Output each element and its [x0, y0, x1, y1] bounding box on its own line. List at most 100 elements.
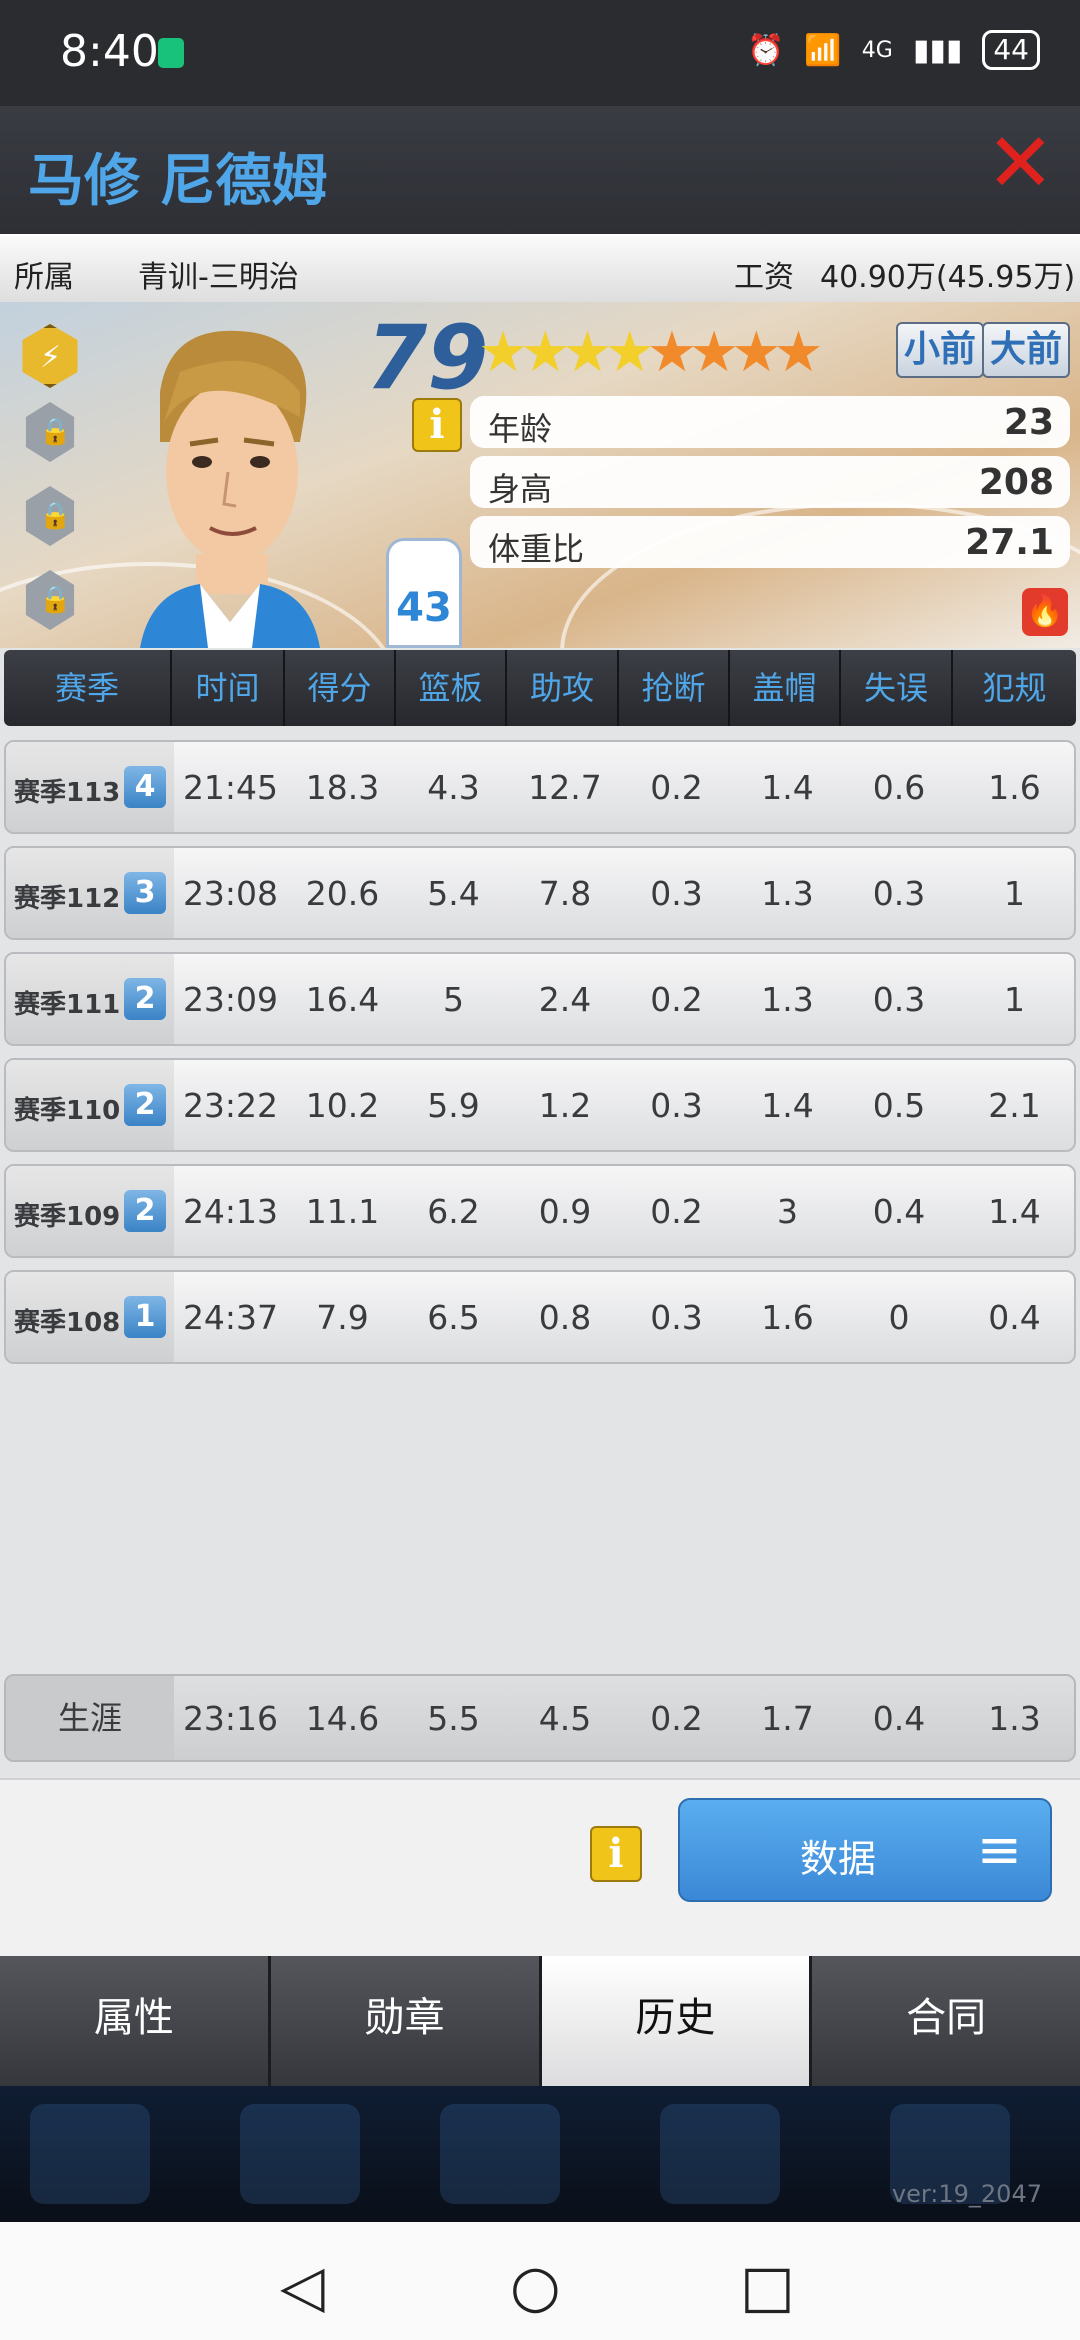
table-row[interactable]: 赛季111 2 23:09 16.4 5 2.4 0.2 1.3 0.3 1	[4, 952, 1076, 1046]
table-cell: 16.4	[305, 979, 380, 1019]
lock-icon[interactable]: 🔒	[25, 486, 75, 546]
table-cell: 23:22	[182, 1085, 279, 1125]
table-row[interactable]: 赛季110 2 23:22 10.2 5.9 1.2 0.3 1.4 0.5 2.…	[4, 1058, 1076, 1152]
column-header[interactable]: 助攻	[507, 650, 619, 726]
table-cell: 0.3	[872, 873, 926, 913]
player-card: ⚡ 🔒 🔒 🔒 79 ★★★★★★★★ 小前 大前 i 年龄 23 身高 208…	[0, 302, 1080, 648]
table-cell: 4.3	[427, 767, 480, 807]
table-cell: 2.1	[988, 1085, 1041, 1125]
tab-contract[interactable]: 合同	[812, 1956, 1080, 2086]
star-icon: ★	[731, 320, 781, 385]
table-cell: 0.8	[538, 1297, 592, 1337]
tab-bar: 属性 勋章 历史 合同	[0, 1956, 1080, 2086]
table-cell: 0.2	[650, 1191, 703, 1231]
attribute-value: 23	[1003, 402, 1054, 443]
table-cell: 1.6	[761, 1297, 814, 1337]
star-icon: ★	[520, 320, 570, 385]
table-cell: 1	[1004, 979, 1025, 1019]
season-label: 赛季108	[14, 1308, 121, 1338]
ghost-icon	[30, 2104, 150, 2204]
column-header[interactable]: 失误	[841, 650, 953, 726]
player-avatar	[140, 330, 320, 648]
status-icons: ⏰ 📶 4G ▮▮▮ 44	[747, 30, 1040, 70]
level-badge: 2	[124, 978, 166, 1020]
table-cell: 1	[1004, 873, 1025, 913]
table-cell: 0.9	[538, 1191, 592, 1231]
info-icon[interactable]: i	[590, 1826, 642, 1882]
tab-medals[interactable]: 勋章	[270, 1956, 542, 2086]
column-header[interactable]: 盖帽	[730, 650, 841, 726]
season-cell: 赛季113 4	[6, 742, 174, 832]
player-name: 马修 尼德姆	[28, 149, 328, 214]
career-label: 生涯	[6, 1676, 174, 1760]
table-cell: 0.4	[872, 1698, 926, 1738]
table-row[interactable]: 赛季112 3 23:08 20.6 5.4 7.8 0.3 1.3 0.3 1	[4, 846, 1076, 940]
back-icon[interactable]: ◁	[280, 2252, 325, 2320]
season-label: 赛季113	[14, 778, 121, 808]
column-header[interactable]: 得分	[285, 650, 396, 726]
season-label: 赛季110	[14, 1096, 121, 1126]
column-header[interactable]: 赛季	[4, 650, 172, 726]
tab-attributes[interactable]: 属性	[0, 1956, 271, 2086]
history-panel: 赛季 时间 得分 篮板 助攻 抢断 盖帽 失误 犯规 赛季113 4 21:45 …	[0, 648, 1080, 1956]
table-cell: 0.3	[650, 873, 703, 913]
column-header[interactable]: 时间	[172, 650, 285, 726]
home-icon[interactable]: ○	[510, 2252, 561, 2320]
position-small-forward[interactable]: 小前	[896, 322, 985, 378]
season-cell: 赛季111 2	[6, 954, 174, 1044]
jersey-number: 43	[386, 538, 462, 648]
table-row[interactable]: 赛季109 2 24:13 11.1 6.2 0.9 0.2 3 0.4 1.4	[4, 1164, 1076, 1258]
column-header[interactable]: 篮板	[396, 650, 507, 726]
table-cell: 12.7	[528, 767, 602, 807]
attribute-height: 身高 208	[470, 456, 1070, 508]
season-cell: 赛季112 3	[6, 848, 174, 938]
star-rating: ★★★★★★★★	[478, 320, 824, 385]
column-header[interactable]: 抢断	[619, 650, 730, 726]
data-button[interactable]: 数据 ≡	[678, 1798, 1052, 1902]
tab-history[interactable]: 历史	[541, 1956, 813, 2086]
table-row[interactable]: 赛季108 1 24:37 7.9 6.5 0.8 0.3 1.6 0 0.4	[4, 1270, 1076, 1364]
career-row: 生涯 23:16 14.6 5.5 4.5 0.2 1.7 0.4 1.3	[4, 1674, 1076, 1762]
recents-icon[interactable]: □	[740, 2252, 795, 2320]
table-cell: 0.2	[650, 767, 703, 807]
table-cell: 6.5	[427, 1297, 480, 1337]
table-cell: 0.2	[650, 979, 703, 1019]
menu-icon: ≡	[976, 1818, 1022, 1881]
table-cell: 5.4	[427, 873, 480, 913]
level-badge: 2	[124, 1190, 166, 1232]
season-cell: 赛季108 1	[6, 1272, 174, 1362]
table-cell: 1.2	[538, 1085, 592, 1125]
table-cell: 1.4	[761, 767, 814, 807]
alarm-icon: ⏰	[747, 32, 785, 68]
data-button-label: 数据	[800, 1837, 877, 1881]
table-cell: 1.4	[761, 1085, 814, 1125]
table-cell: 7.8	[538, 873, 592, 913]
close-icon[interactable]: ✕	[986, 123, 1055, 205]
table-cell: 3	[777, 1191, 798, 1231]
table-cell: 0.5	[872, 1085, 926, 1125]
table-cell: 24:37	[182, 1297, 279, 1337]
ghost-icon	[660, 2104, 780, 2204]
season-cell: 赛季109 2	[6, 1166, 174, 1256]
attribute-weight-ratio: 体重比 27.1	[470, 516, 1070, 568]
column-header[interactable]: 犯规	[953, 650, 1076, 726]
table-cell: 0.3	[872, 979, 926, 1019]
info-icon[interactable]: i	[412, 398, 462, 452]
wifi-icon: 📶	[804, 32, 842, 68]
table-cell: 11.1	[305, 1191, 380, 1231]
fire-icon[interactable]: 🔥	[1022, 588, 1068, 636]
salary-value: 40.90万(45.95万)	[820, 260, 1076, 295]
badge-lightning-icon[interactable]: ⚡	[22, 324, 78, 388]
star-icon: ★	[604, 320, 655, 385]
table-cell: 0.4	[988, 1297, 1041, 1337]
attribute-value: 27.1	[965, 522, 1054, 563]
star-icon: ★	[478, 320, 528, 385]
season-label: 赛季112	[14, 884, 121, 914]
level-badge: 1	[124, 1296, 166, 1338]
table-cell: 7.9	[316, 1297, 369, 1337]
lock-icon[interactable]: 🔒	[25, 402, 75, 462]
position-power-forward[interactable]: 大前	[982, 322, 1071, 378]
table-cell: 23:16	[182, 1698, 279, 1738]
table-cell: 5.9	[427, 1085, 480, 1125]
table-row[interactable]: 赛季113 4 21:45 18.3 4.3 12.7 0.2 1.4 0.6 1…	[4, 740, 1076, 834]
